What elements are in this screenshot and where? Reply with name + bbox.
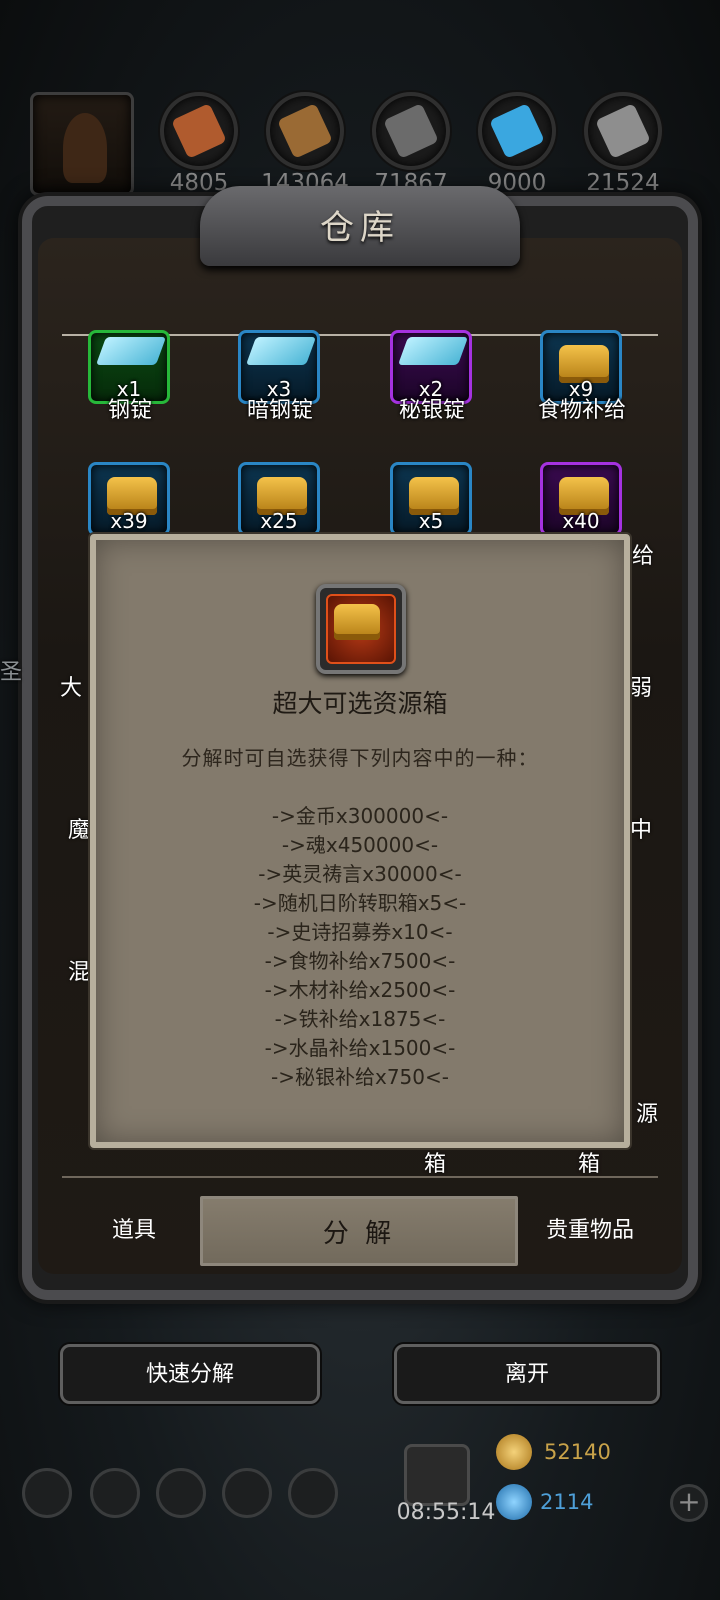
gem-amount: 2114 [540, 1490, 594, 1514]
crystal-icon [489, 103, 545, 159]
item-label-partial: 源 [636, 1102, 659, 1127]
reward-option: ->魂x450000<- [281, 833, 439, 857]
wood-icon [277, 103, 333, 159]
leave-button[interactable]: 离开 [394, 1344, 660, 1404]
mithril-resource-icon[interactable] [584, 92, 662, 170]
item-quantity: x5 [418, 509, 444, 533]
resource-chest-icon [334, 604, 380, 640]
item-label: 食物补给 [537, 398, 626, 423]
leather-icon [171, 103, 227, 159]
gem-icon [496, 1484, 532, 1520]
reward-option: ->食物补给x7500<- [264, 949, 456, 973]
mail-icon[interactable] [222, 1468, 272, 1518]
reward-option: ->木材补给x2500<- [264, 978, 456, 1002]
reward-option: ->铁补给x1875<- [274, 1007, 446, 1031]
shield-icon[interactable] [90, 1468, 140, 1518]
gold-amount: 52140 [544, 1440, 611, 1464]
game-clock: 08:55:14 [396, 1500, 496, 1525]
popup-description: 分解时可自选获得下列内容中的一种： [181, 746, 539, 770]
gold-coin-icon [496, 1434, 532, 1470]
popup-title: 超大可选资源箱 [272, 689, 448, 718]
item-label-partial: 魔 [68, 818, 91, 843]
item-quantity: x25 [260, 509, 298, 533]
hero-icon[interactable] [156, 1468, 206, 1518]
selected-item-frame [316, 584, 406, 674]
ingot-icon [245, 337, 317, 365]
mithril-icon [595, 103, 651, 159]
leather-resource-icon[interactable] [160, 92, 238, 170]
wood-resource-icon[interactable] [266, 92, 344, 170]
player-avatar[interactable] [30, 92, 134, 196]
tab-items[interactable]: 道具 [84, 1196, 184, 1266]
hero-portrait-icon [63, 113, 107, 183]
item-label: 钢锭 [107, 398, 152, 423]
iron-icon [383, 103, 439, 159]
ingot-icon [95, 337, 167, 365]
reward-option: ->秘银补给x750<- [271, 1065, 449, 1089]
iron-resource-icon[interactable] [372, 92, 450, 170]
ingot-icon [397, 337, 469, 365]
item-label-partial: 大 [60, 676, 83, 701]
tab-valuables[interactable]: 贵重物品 [530, 1196, 650, 1266]
item-quantity: x39 [110, 509, 148, 533]
reward-option: ->随机日阶转职箱x5<- [253, 891, 467, 915]
reward-option: ->英灵祷言x30000<- [258, 862, 462, 886]
mithril-count: 21524 [586, 170, 660, 196]
reward-option: ->金币x300000<- [271, 804, 449, 828]
item-slot-chest[interactable]: x25 [238, 462, 320, 536]
item-slot-chest[interactable]: x5 [390, 462, 472, 536]
item-label-partial: 弱 [630, 676, 653, 701]
item-label: 秘银锭 [398, 398, 465, 423]
background-label-partial: 圣 [0, 660, 23, 685]
reward-option: ->水晶补给x1500<- [264, 1036, 456, 1060]
add-currency-button[interactable]: + [670, 1484, 708, 1522]
item-slot-chest[interactable]: x40 [540, 462, 622, 536]
decompose-button[interactable]: 分 解 [200, 1196, 518, 1266]
item-label-partial: 混 [68, 960, 91, 985]
reward-option: ->史诗招募券x10<- [267, 920, 453, 944]
item-label-partial: 箱 [578, 1152, 601, 1177]
quick-decompose-button[interactable]: 快速分解 [60, 1344, 320, 1404]
chat-icon[interactable] [288, 1468, 338, 1518]
item-label: 暗钢锭 [246, 398, 313, 423]
crystal-resource-icon[interactable] [478, 92, 556, 170]
item-label-partial: 给 [632, 544, 655, 569]
item-slot-chest[interactable]: x39 [88, 462, 170, 536]
tab-divider [62, 1176, 658, 1178]
gift-icon[interactable] [404, 1444, 470, 1506]
panel-title: 仓库 [320, 208, 400, 248]
item-label-partial: 中 [630, 818, 653, 843]
item-quantity: x40 [562, 509, 600, 533]
settings-icon[interactable] [22, 1468, 72, 1518]
item-label-partial: 箱 [424, 1152, 447, 1177]
